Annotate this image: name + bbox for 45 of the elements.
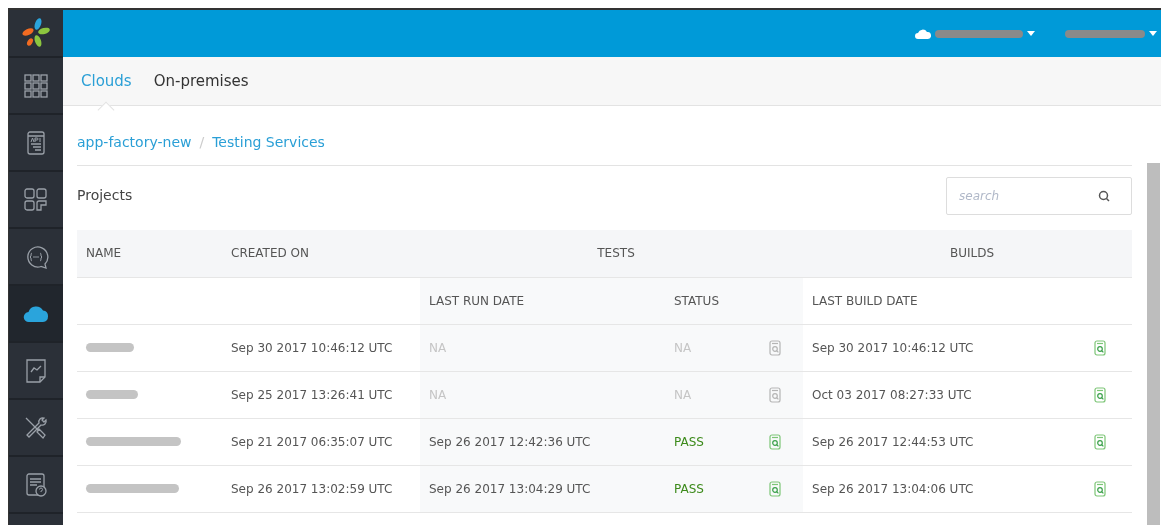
column-header: NAME: [86, 246, 122, 261]
help-document-icon[interactable]: [23, 471, 49, 498]
column-header: CREATED ON: [231, 246, 309, 261]
search-icon[interactable]: [1098, 190, 1110, 202]
caret-icon[interactable]: [1027, 31, 1035, 36]
scrollbar-thumb[interactable]: [1147, 163, 1160, 525]
column-header: STATUS: [674, 293, 720, 308]
table-cell: Sep 26 2017 13:02:59 UTC: [231, 481, 393, 496]
tools-icon[interactable]: [23, 414, 49, 441]
search-field[interactable]: search: [946, 177, 1132, 215]
table-cell: Sep 30 2017 10:46:12 UTC: [231, 340, 393, 355]
redacted-name: [86, 342, 134, 352]
report-icon[interactable]: [1094, 387, 1107, 403]
column-header: BUILDS: [949, 246, 995, 261]
report-icon[interactable]: [769, 481, 781, 497]
table-cell: Sep 26 2017 13:04:06 UTC: [812, 481, 974, 496]
report-icon[interactable]: [1094, 434, 1107, 450]
table-cell: Sep 30 2017 10:46:12 UTC: [812, 340, 974, 355]
table-cell: Sep 21 2017 06:35:07 UTC: [231, 434, 393, 449]
table-cell: Sep 26 2017 12:44:53 UTC: [812, 434, 974, 449]
table-cell: Sep 26 2017 13:04:29 UTC: [429, 481, 591, 496]
table-cell: PASS: [674, 481, 704, 496]
column-header: LAST RUN DATE: [429, 293, 525, 308]
table-cell: PASS: [674, 434, 704, 449]
column-header: TESTS: [597, 246, 635, 261]
breadcrumb-separator: /: [199, 133, 205, 152]
breadcrumb-link[interactable]: app-factory-new: [77, 132, 192, 153]
report-icon[interactable]: [769, 434, 781, 450]
report-icon[interactable]: [1094, 481, 1107, 497]
tab[interactable]: On-premises: [153, 69, 249, 93]
tab[interactable]: Clouds: [81, 69, 132, 93]
table-cell: Sep 26 2017 12:42:36 UTC: [429, 434, 591, 449]
grid-icon[interactable]: [23, 72, 49, 99]
cloud-icon[interactable]: [915, 28, 931, 39]
section-title: Projects: [77, 186, 133, 205]
caret-icon[interactable]: [1149, 31, 1157, 36]
breadcrumb-link[interactable]: Testing Services: [212, 132, 325, 153]
table-cell: Oct 03 2017 08:27:33 UTC: [812, 387, 972, 402]
report-icon[interactable]: [1094, 340, 1107, 356]
column-header: LAST BUILD DATE: [812, 293, 918, 308]
redacted-name: [86, 389, 138, 399]
table-cell: Sep 25 2017 13:26:41 UTC: [231, 387, 393, 402]
tiles-icon[interactable]: [23, 186, 49, 213]
logo-icon: [21, 18, 51, 48]
chart-document-icon[interactable]: [23, 357, 49, 384]
